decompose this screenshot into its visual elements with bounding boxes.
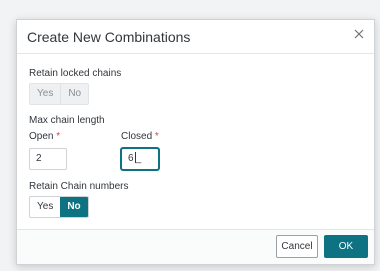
closed-label: Closed * — [121, 131, 159, 142]
retain-chain-numbers-label: Retain Chain numbers — [29, 181, 129, 192]
cancel-button[interactable]: Cancel — [276, 235, 318, 258]
closed-input[interactable]: 6 _ — [121, 148, 159, 170]
closed-input-value: 6 — [128, 153, 134, 164]
text-cursor-underline: _ — [135, 153, 142, 164]
dialog-footer: Cancel OK — [17, 229, 374, 264]
retain-locked-chains-toggle: Yes No — [29, 83, 90, 105]
closed-label-text: Closed — [121, 131, 153, 142]
retain-locked-yes-option: Yes — [37, 88, 54, 99]
open-input[interactable]: 2 — [29, 148, 67, 170]
closed-required-mark: * — [154, 131, 159, 142]
retain-locked-no-option: No — [60, 84, 88, 104]
retain-numbers-yes-option[interactable]: Yes — [30, 197, 60, 217]
dialog-title: Create New Combinations — [27, 29, 191, 45]
open-label: Open * — [29, 131, 60, 142]
close-icon[interactable] — [352, 27, 366, 41]
max-chain-length-label: Max chain length — [29, 115, 105, 126]
retain-locked-chains-label: Retain locked chains — [29, 68, 122, 79]
retain-chain-numbers-toggle: Yes No — [29, 196, 89, 218]
ok-button[interactable]: OK — [324, 235, 368, 258]
open-required-mark: * — [56, 131, 61, 142]
dialog-header: Create New Combinations — [17, 20, 374, 54]
retain-numbers-no-option[interactable]: No — [60, 197, 88, 217]
create-combinations-dialog: Create New Combinations Retain locked ch… — [16, 19, 375, 265]
open-input-value: 2 — [36, 153, 42, 164]
open-label-text: Open — [29, 131, 54, 142]
